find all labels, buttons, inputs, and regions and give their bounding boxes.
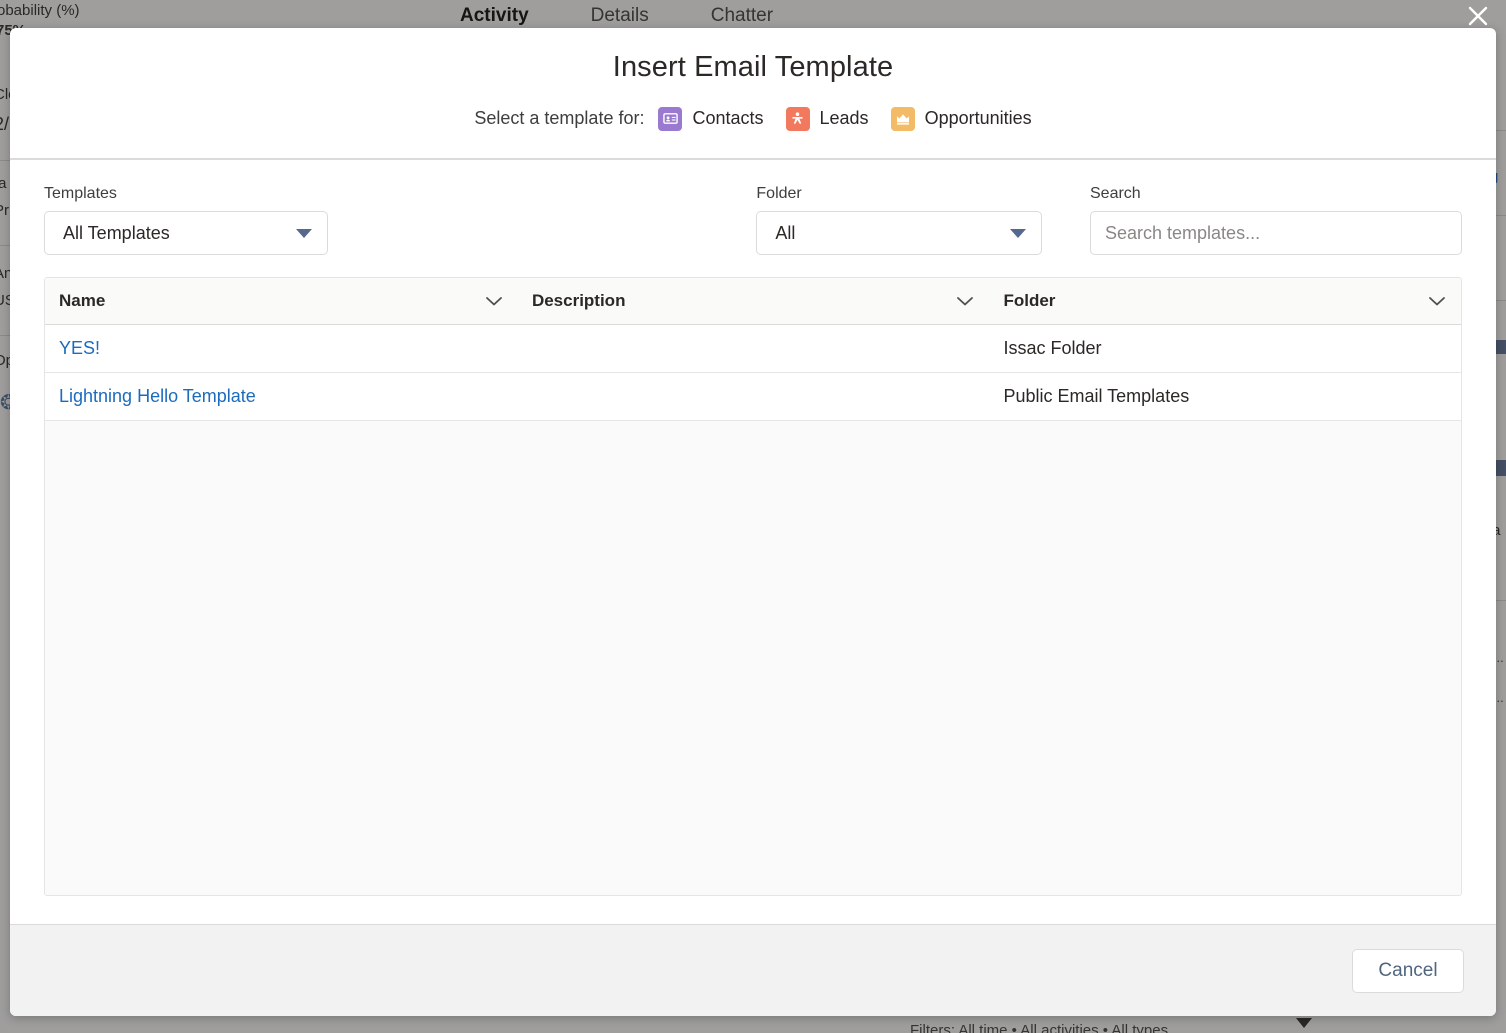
template-link[interactable]: YES! [59,338,100,358]
insert-email-template-modal: Insert Email Template Select a template … [10,28,1496,1016]
subtitle-label: Select a template for: [474,108,645,129]
cell-name: YES! [45,324,518,373]
search-input[interactable] [1090,211,1462,256]
templates-label: Templates [44,185,117,202]
chevron-down-icon [1010,229,1027,239]
entity-leads[interactable]: Leads [785,106,869,131]
entity-opportunities[interactable]: Opportunities [890,106,1032,131]
table-header-row: Name Description Folder [45,278,1461,325]
lead-person-icon [785,106,810,131]
modal-body: Templates All Templates Folder All Searc… [10,160,1496,924]
column-header-folder[interactable]: Folder [989,278,1461,325]
cancel-button[interactable]: Cancel [1352,948,1464,993]
close-icon[interactable] [1464,2,1492,30]
entity-label-opportunities: Opportunities [924,108,1032,129]
column-header-folder-label: Folder [1003,290,1056,310]
modal-title: Insert Email Template [612,51,894,83]
column-header-name-label: Name [59,290,106,310]
search-label: Search [1090,185,1141,202]
entity-selector-row: Select a template for: Contacts Leads Op… [474,106,1032,131]
chevron-down-icon[interactable] [955,295,975,307]
chevron-down-icon [296,229,312,239]
cell-folder: Issac Folder [989,324,1461,373]
column-header-description-label: Description [531,290,626,310]
chevron-down-icon[interactable] [1427,295,1447,307]
entity-label-contacts: Contacts [692,108,764,129]
contact-card-icon [658,106,683,131]
table-row[interactable]: YES! Issac Folder [45,324,1461,373]
table-body: YES! Issac Folder Lightning Hello Templa… [45,324,1461,421]
modal-footer: Cancel [10,924,1496,1016]
cell-folder: Public Email Templates [989,372,1461,421]
chevron-down-icon[interactable] [484,295,504,307]
folder-select[interactable]: All [756,211,1043,256]
templates-table: Name Description Folder YES! Issac Folde… [45,278,1461,421]
templates-filter-group: Templates All Templates [44,184,328,256]
table-row[interactable]: Lightning Hello Template Public Email Te… [45,372,1461,421]
cell-description [517,372,990,421]
table-head: Name Description Folder [45,278,1461,325]
column-header-description[interactable]: Description [517,278,990,325]
column-header-name[interactable]: Name [45,278,518,325]
folder-select-value: All [775,222,796,243]
folder-label: Folder [756,185,802,202]
templates-select-value: All Templates [63,222,170,243]
search-filter-group: Search [1090,184,1462,256]
modal-header: Insert Email Template Select a template … [10,28,1496,160]
filter-row: Templates All Templates Folder All Searc… [44,184,1462,256]
crown-icon [890,106,915,131]
templates-table-container: Name Description Folder YES! Issac Folde… [44,277,1462,896]
entity-label-leads: Leads [819,108,869,129]
template-link[interactable]: Lightning Hello Template [59,386,256,406]
cell-name: Lightning Hello Template [45,372,518,421]
screen-root: Activity Details Chatter robability (%) … [0,0,1506,1033]
entity-contacts[interactable]: Contacts [658,106,764,131]
table-empty-area [45,420,1461,895]
folder-filter-group: Folder All [756,184,1043,256]
cell-description [517,324,990,373]
templates-select[interactable]: All Templates [44,211,328,256]
